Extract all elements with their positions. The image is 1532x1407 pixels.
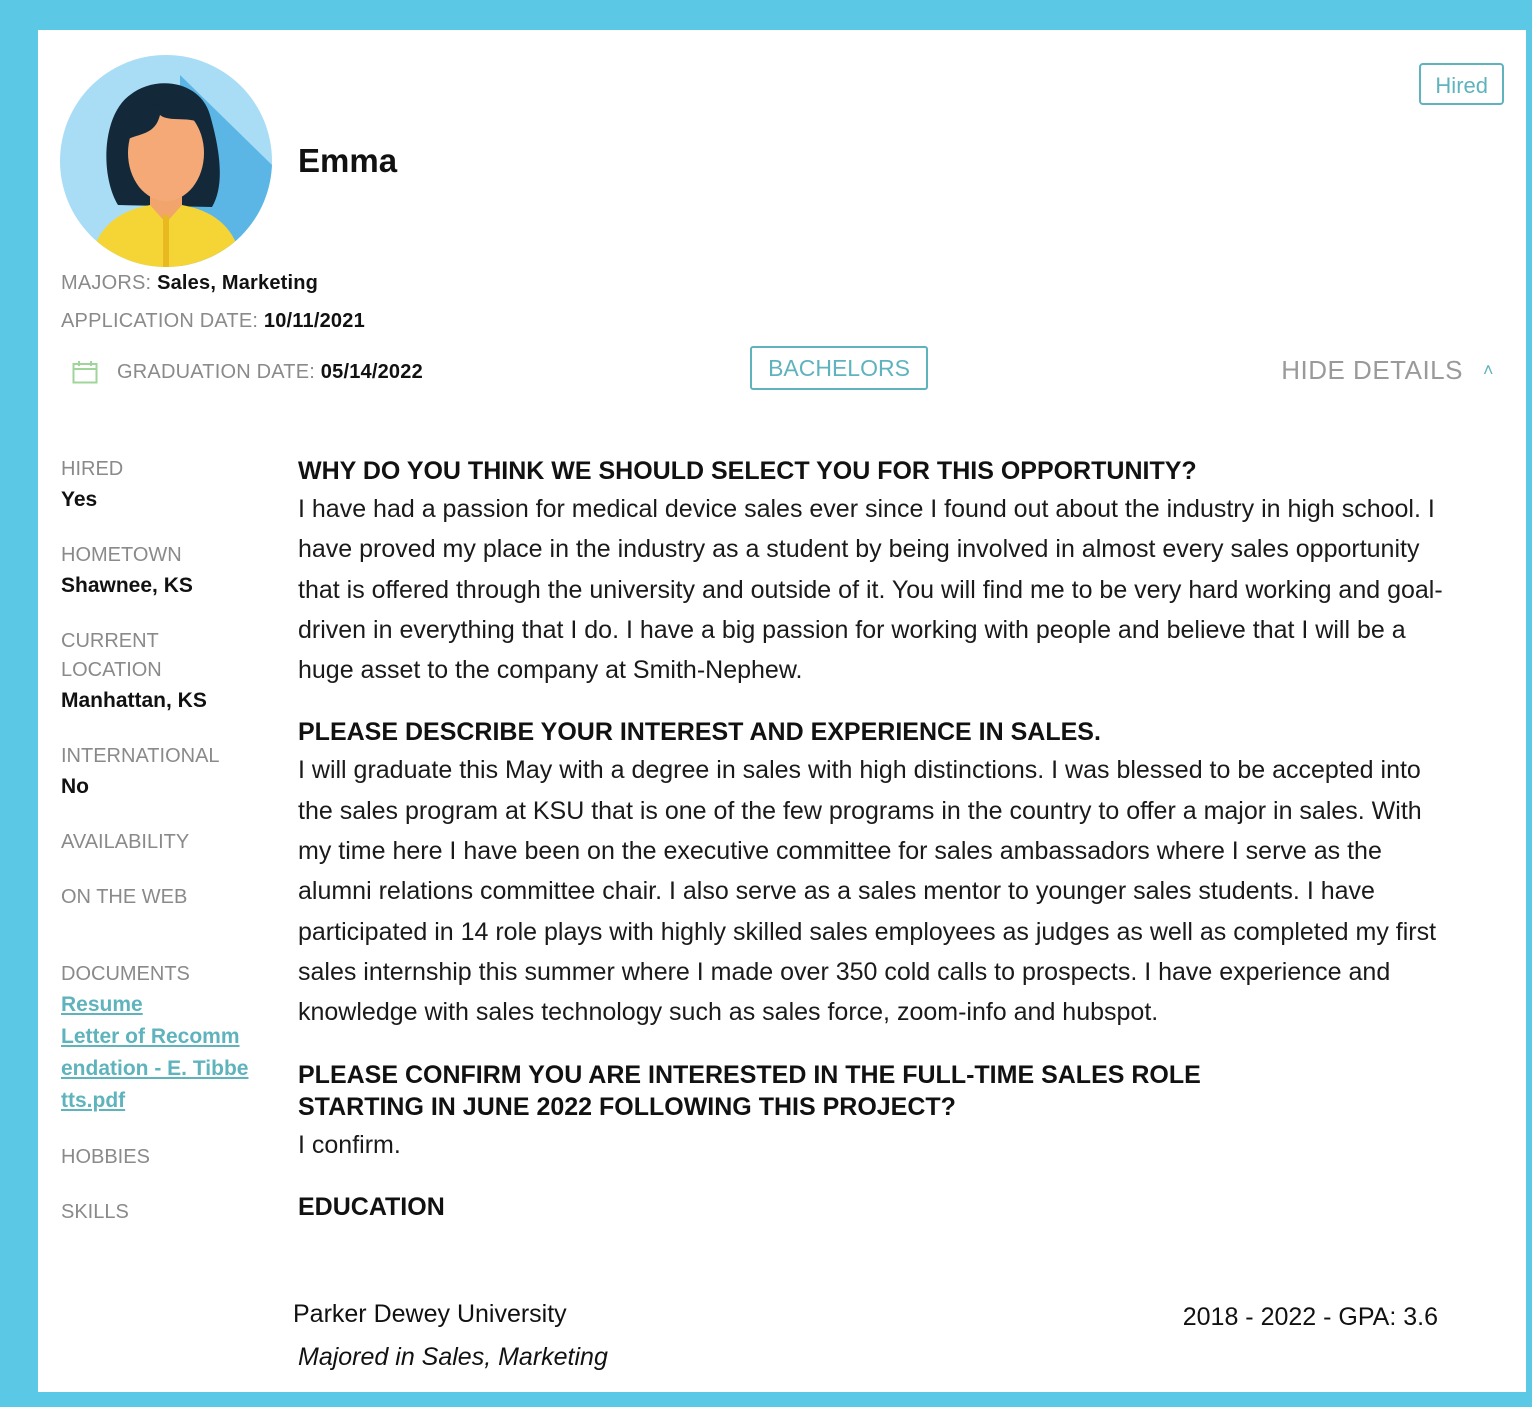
candidate-profile-card: Emma Hired MAJORS: Sales, Marketing APPL…	[38, 30, 1526, 1392]
graduation-date-row: GRADUATION DATE: 05/14/2022	[117, 361, 423, 384]
frame-decoration	[480, 0, 1120, 30]
answer-text: I will graduate this May with a degree i…	[298, 756, 1437, 1027]
question-heading: WHY DO YOU THINK WE SHOULD SELECT YOU FO…	[298, 457, 1197, 485]
graduation-date-label: GRADUATION DATE:	[117, 361, 316, 383]
recommendation-letter-link[interactable]: Letter of Recommendation - E. Tibbetts.p…	[61, 1021, 251, 1117]
candidate-name: Emma	[298, 142, 398, 179]
international-label: INTERNATIONAL	[61, 745, 220, 767]
current-location-value: Manhattan, KS	[61, 689, 207, 712]
answer-text: I confirm.	[298, 1130, 401, 1159]
education-years-gpa: 2018 - 2022 - GPA: 3.6	[1182, 1303, 1438, 1331]
calendar-icon	[72, 360, 98, 384]
answer-text: I have had a passion for medical device …	[298, 495, 1443, 685]
degree-badge: BACHELORS	[750, 346, 928, 390]
availability-label: AVAILABILITY	[61, 831, 190, 853]
education-school: Parker Dewey University	[293, 1300, 567, 1328]
international-value: No	[61, 775, 89, 798]
education-heading: EDUCATION	[298, 1192, 445, 1221]
education-major: Majored in Sales, Marketing	[298, 1343, 608, 1371]
hometown-value: Shawnee, KS	[61, 574, 193, 597]
on-the-web-label: ON THE WEB	[61, 886, 188, 908]
resume-link[interactable]: Resume	[61, 989, 251, 1021]
hired-label: HIRED	[61, 458, 124, 480]
hometown-label: HOMETOWN	[61, 544, 182, 566]
current-location-label: CURRENT LOCATION	[61, 630, 162, 681]
majors-label: MAJORS:	[61, 272, 152, 294]
documents-label: DOCUMENTS	[61, 963, 190, 985]
question-heading: PLEASE DESCRIBE YOUR INTEREST AND EXPERI…	[298, 718, 1101, 747]
graduation-date-value: 05/14/2022	[320, 361, 423, 383]
hide-details-toggle[interactable]: HIDE DETAILS ˄	[1281, 355, 1494, 386]
skills-label: SKILLS	[61, 1201, 129, 1223]
question-heading: PLEASE CONFIRM YOU ARE INTERESTED IN THE…	[298, 1060, 1201, 1121]
application-date-row: APPLICATION DATE: 10/11/2021	[61, 310, 365, 333]
chevron-up-icon: ˄	[1482, 360, 1494, 380]
status-badge[interactable]: Hired	[1419, 63, 1504, 105]
avatar	[60, 55, 272, 267]
application-date-label: APPLICATION DATE:	[61, 310, 259, 332]
application-date-value: 10/11/2021	[263, 310, 365, 332]
application-answers: WHY DO YOU THINK WE SHOULD SELECT YOU FO…	[298, 455, 1458, 1223]
hired-value: Yes	[61, 488, 98, 511]
hobbies-label: HOBBIES	[61, 1146, 150, 1168]
majors-value: Sales, Marketing	[157, 272, 319, 294]
majors-row: MAJORS: Sales, Marketing	[61, 272, 318, 295]
hide-details-label: HIDE DETAILS	[1281, 355, 1463, 385]
details-sidebar: HIRED Yes HOMETOWN Shawnee, KS CURRENT L…	[61, 455, 261, 1227]
